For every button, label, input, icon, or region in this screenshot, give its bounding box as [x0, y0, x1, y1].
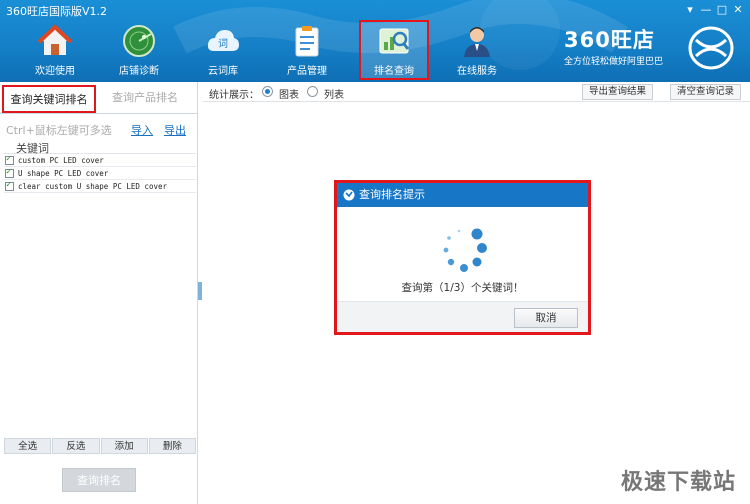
- keyword-action-buttons: 全选 反选 添加 删除: [4, 438, 196, 454]
- keyword-text: clear custom U shape PC LED cover: [18, 181, 168, 191]
- radio-list[interactable]: [307, 86, 318, 97]
- dialog-message: 查询第（1/3）个关键词！: [401, 282, 524, 294]
- nav-online-service[interactable]: 在线服务: [444, 22, 510, 78]
- nav-cloud-words[interactable]: 词 云词库: [190, 22, 256, 78]
- home-icon: [38, 24, 72, 55]
- nav-rank-query[interactable]: 排名查询: [359, 20, 429, 80]
- select-all-button[interactable]: 全选: [4, 438, 52, 454]
- cancel-button[interactable]: 取消: [514, 308, 578, 328]
- loading-spinner-icon: [443, 228, 487, 272]
- radio-chart[interactable]: [262, 86, 273, 97]
- checkbox[interactable]: [5, 167, 14, 178]
- export-results-button[interactable]: 导出查询结果: [582, 84, 654, 100]
- nav-label: 云词库: [208, 66, 238, 77]
- nav-product-management[interactable]: 产品管理: [274, 22, 340, 78]
- keyword-text: custom PC LED cover: [18, 155, 104, 165]
- import-link[interactable]: 导入: [131, 122, 153, 138]
- invert-selection-button[interactable]: 反选: [52, 438, 100, 454]
- brand-logo: 360旺店 全方位轻松做好阿里巴巴: [564, 24, 734, 72]
- globe-logo-icon: [688, 26, 734, 70]
- results-toolbar: 统计展示： 图表 列表 导出查询结果 清空查询记录: [203, 82, 750, 102]
- delete-keyword-button[interactable]: 删除: [148, 438, 196, 454]
- list-item[interactable]: U shape PC LED cover: [4, 167, 196, 180]
- keyword-panel: 查询关键词排名 查询产品排名 Ctrl+鼠标左键可多选 导入 导出 关键词 cu…: [0, 82, 198, 504]
- keyword-text: U shape PC LED cover: [18, 168, 109, 178]
- radio-chart-label: 图表: [279, 90, 299, 101]
- site-watermark: 极速下载站: [620, 470, 736, 495]
- clipboard-icon: [295, 26, 319, 57]
- brand-slogan: 全方位轻松做好阿里巴巴: [564, 57, 664, 67]
- list-item[interactable]: custom PC LED cover: [4, 154, 196, 167]
- add-keyword-button[interactable]: 添加: [100, 438, 148, 454]
- brand-name: 360旺店: [564, 28, 655, 52]
- agent-icon: [464, 27, 490, 57]
- cloud-icon: 词: [207, 30, 239, 51]
- nav-label: 店铺诊断: [119, 66, 159, 77]
- skin-menu-icon[interactable]: ▾: [682, 2, 698, 18]
- hint-row: Ctrl+鼠标左键可多选 导入 导出: [0, 120, 198, 138]
- window-title: 360旺店国际版V1.2: [6, 5, 108, 18]
- query-rank-button[interactable]: 查询排名: [62, 468, 136, 492]
- radar-icon: [123, 25, 155, 57]
- dialog-title: 查询排名提示: [359, 188, 425, 201]
- panel-tabs: 查询关键词排名 查询产品排名: [0, 82, 198, 114]
- close-icon[interactable]: ✕: [730, 2, 746, 18]
- app-header: 360旺店国际版V1.2 ▾ — □ ✕ 欢迎使用 店铺诊断 词 云词库 产品管…: [0, 0, 750, 82]
- nav-welcome[interactable]: 欢迎使用: [22, 22, 88, 78]
- nav-label: 排名查询: [374, 66, 414, 77]
- export-link[interactable]: 导出: [164, 122, 186, 138]
- multiselect-hint: Ctrl+鼠标左键可多选: [6, 124, 112, 137]
- dialog-footer: 取消: [337, 301, 588, 332]
- dialog-logo-icon: [343, 189, 355, 201]
- nav-label: 在线服务: [457, 66, 497, 77]
- tab-product-rank[interactable]: 查询产品排名: [100, 85, 190, 113]
- window-controls: ▾ — □ ✕: [682, 2, 746, 18]
- rank-query-dialog: 查询排名提示 查询第（1/3）个关键词！ 取消: [334, 180, 591, 335]
- checkbox[interactable]: [5, 180, 14, 191]
- display-mode-label: 统计展示：: [209, 90, 259, 101]
- panel-splitter-handle[interactable]: [198, 282, 202, 300]
- nav-shop-diagnosis[interactable]: 店铺诊断: [106, 22, 172, 78]
- clear-records-button[interactable]: 清空查询记录: [670, 84, 742, 100]
- nav-label: 欢迎使用: [35, 66, 75, 77]
- keyword-list: custom PC LED cover U shape PC LED cover…: [4, 154, 196, 193]
- dialog-header: 查询排名提示: [337, 183, 588, 207]
- tab-keyword-rank[interactable]: 查询关键词排名: [2, 85, 96, 113]
- radio-list-label: 列表: [324, 90, 344, 101]
- nav-label: 产品管理: [287, 66, 327, 77]
- magnifier-chart-icon: [379, 28, 410, 54]
- checkbox[interactable]: [5, 154, 14, 165]
- list-item[interactable]: clear custom U shape PC LED cover: [4, 180, 196, 193]
- maximize-icon[interactable]: □: [714, 2, 730, 18]
- svg-text:词: 词: [218, 38, 228, 50]
- minimize-icon[interactable]: —: [698, 2, 714, 18]
- keyword-column-header: 关键词: [4, 140, 196, 155]
